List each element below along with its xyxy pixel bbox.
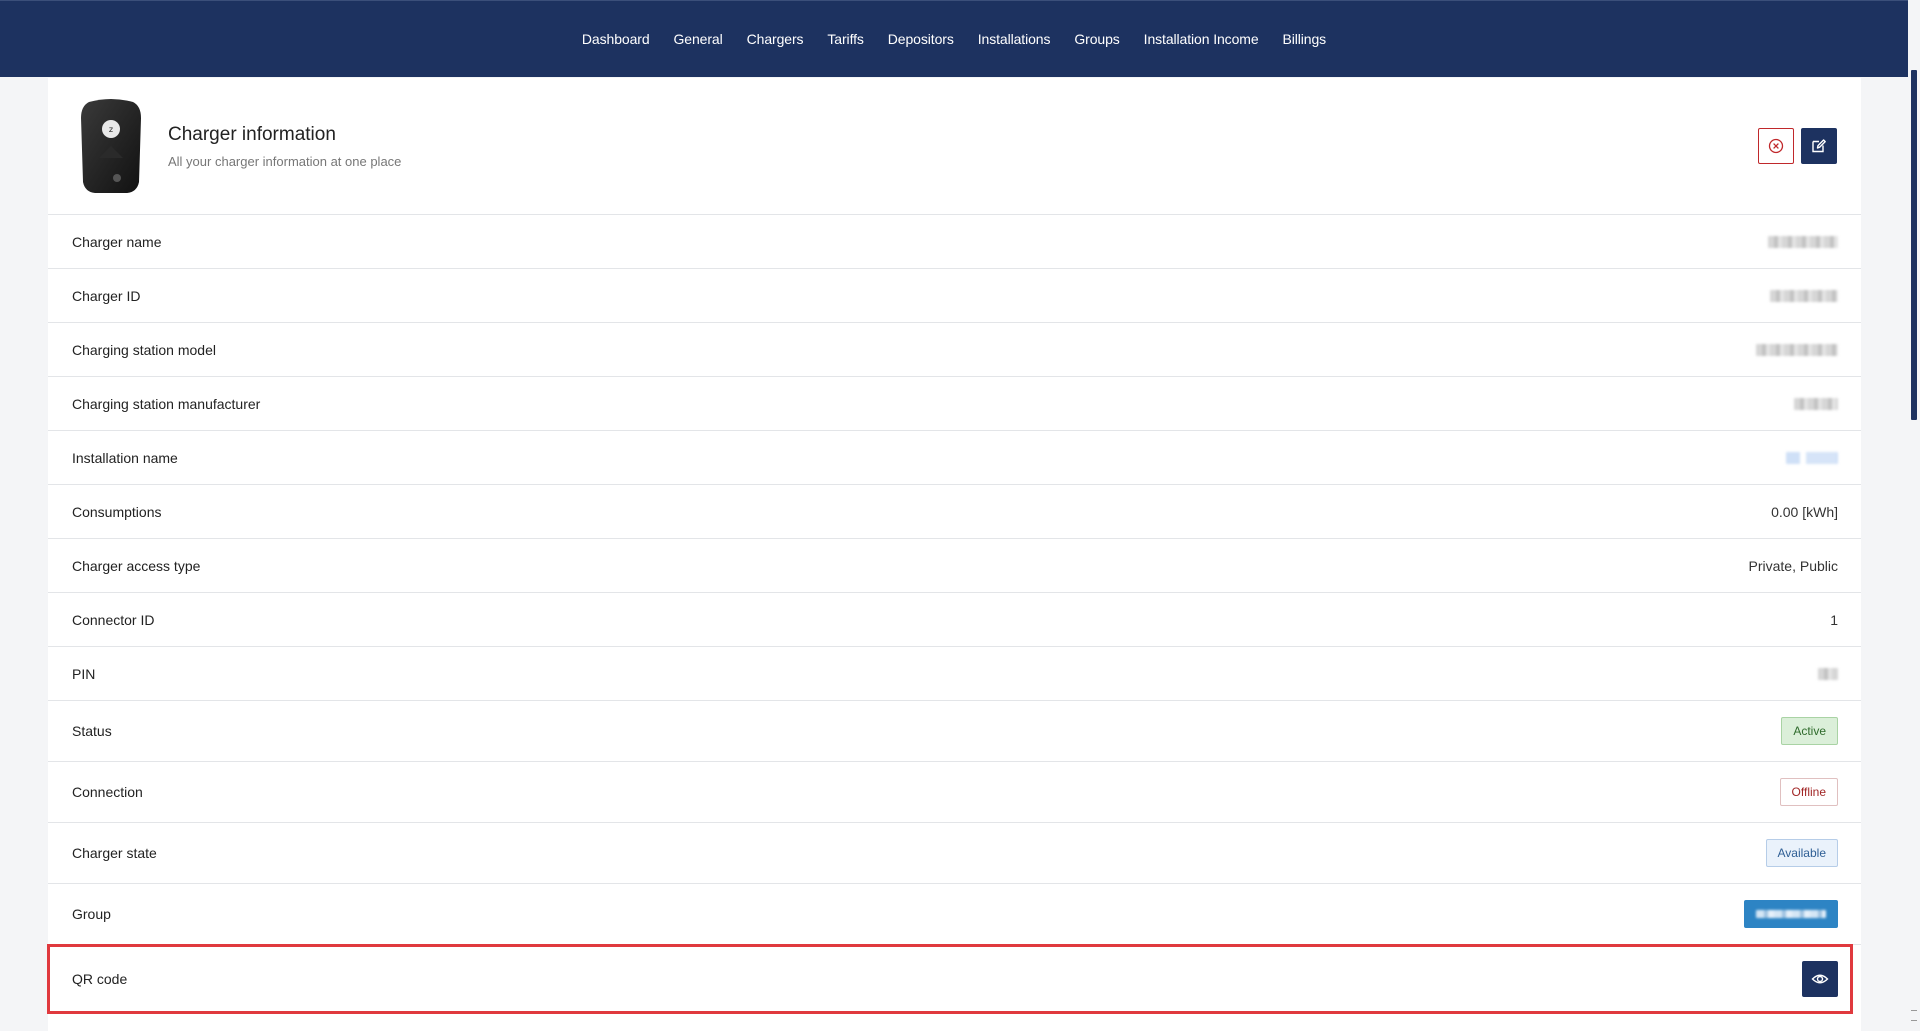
row-group: Group — [48, 884, 1861, 945]
row-connection: Connection Offline — [48, 762, 1861, 823]
row-consumptions: Consumptions 0.00 [kWh] — [48, 485, 1861, 539]
row-label: Installation name — [72, 449, 178, 466]
row-label: Charger name — [72, 233, 162, 250]
row-label: Group — [72, 906, 111, 922]
scrollbar-tick — [1911, 1010, 1917, 1011]
connector-id-value: 1 — [1830, 611, 1838, 628]
redacted-value — [1756, 343, 1838, 356]
nav-list: Dashboard General Chargers Tariffs Depos… — [570, 31, 1338, 47]
row-label: Connector ID — [72, 611, 155, 628]
row-label: Charger access type — [72, 557, 201, 574]
row-pin: PIN — [48, 647, 1861, 701]
edit-icon — [1812, 139, 1826, 153]
row-label: Status — [72, 723, 112, 739]
cancel-button[interactable] — [1758, 128, 1794, 164]
nav-item-depositors[interactable]: Depositors — [876, 31, 966, 47]
row-status: Status Active — [48, 701, 1861, 762]
row-label: Charging station model — [72, 341, 216, 358]
row-label: Consumptions — [72, 503, 162, 520]
access-type-value: Private, Public — [1748, 557, 1838, 574]
edit-button[interactable] — [1801, 128, 1837, 164]
scrollbar-thumb[interactable] — [1911, 70, 1917, 420]
connection-badge: Offline — [1779, 778, 1838, 806]
svg-text:z: z — [109, 125, 113, 134]
nav-item-general[interactable]: General — [662, 31, 735, 47]
group-link-button[interactable] — [1744, 900, 1838, 928]
nav-item-dashboard[interactable]: Dashboard — [570, 31, 662, 47]
charger-state-badge: Available — [1765, 839, 1838, 867]
eye-icon — [1811, 974, 1829, 984]
row-label: Charger state — [72, 845, 157, 861]
row-installation: Installation name — [48, 431, 1861, 485]
nav-item-installations[interactable]: Installations — [966, 31, 1063, 47]
row-charger-name: Charger name — [48, 215, 1861, 269]
view-qr-code-button[interactable] — [1802, 961, 1838, 997]
row-label: Charger ID — [72, 287, 141, 304]
redacted-value — [1818, 667, 1838, 680]
redacted-value — [1794, 397, 1838, 410]
row-label: QR code — [72, 971, 128, 987]
row-model: Charging station model — [48, 323, 1861, 377]
row-label: PIN — [72, 665, 96, 682]
nav-item-billings[interactable]: Billings — [1271, 31, 1339, 47]
charger-info-card: z Charger information All your charger i… — [48, 78, 1861, 1031]
charger-details-list: Charger name Charger ID Charging station… — [48, 215, 1861, 945]
redacted-value — [1768, 235, 1838, 248]
close-circle-icon — [1768, 138, 1784, 154]
redacted-value — [1756, 910, 1826, 918]
row-manufacturer: Charging station manufacturer — [48, 377, 1861, 431]
row-access-type: Charger access type Private, Public — [48, 539, 1861, 593]
row-connector-id: Connector ID 1 — [48, 593, 1861, 647]
redacted-value[interactable] — [1786, 451, 1838, 464]
redacted-value — [1770, 289, 1838, 302]
row-charger-state: Charger state Available — [48, 823, 1861, 884]
row-charger-id: Charger ID — [48, 269, 1861, 323]
page-subtitle: All your charger information at one plac… — [168, 154, 402, 169]
page-scrollbar[interactable] — [1908, 0, 1920, 1031]
consumptions-value: 0.00 [kWh] — [1771, 503, 1838, 520]
nav-item-tariffs[interactable]: Tariffs — [815, 31, 875, 47]
nav-item-chargers[interactable]: Chargers — [735, 31, 816, 47]
scrollbar-tick — [1911, 1020, 1917, 1021]
row-qr-code: QR code — [47, 944, 1853, 1014]
charger-device-image: z — [81, 99, 141, 193]
nav-item-groups[interactable]: Groups — [1062, 31, 1131, 47]
row-label: Connection — [72, 784, 143, 800]
page-title: Charger information — [168, 124, 336, 145]
status-badge: Active — [1781, 717, 1838, 745]
card-header: z Charger information All your charger i… — [48, 78, 1861, 215]
top-navigation: Dashboard General Chargers Tariffs Depos… — [0, 0, 1908, 77]
nav-item-installation-income[interactable]: Installation Income — [1132, 31, 1271, 47]
row-label: Charging station manufacturer — [72, 395, 261, 412]
